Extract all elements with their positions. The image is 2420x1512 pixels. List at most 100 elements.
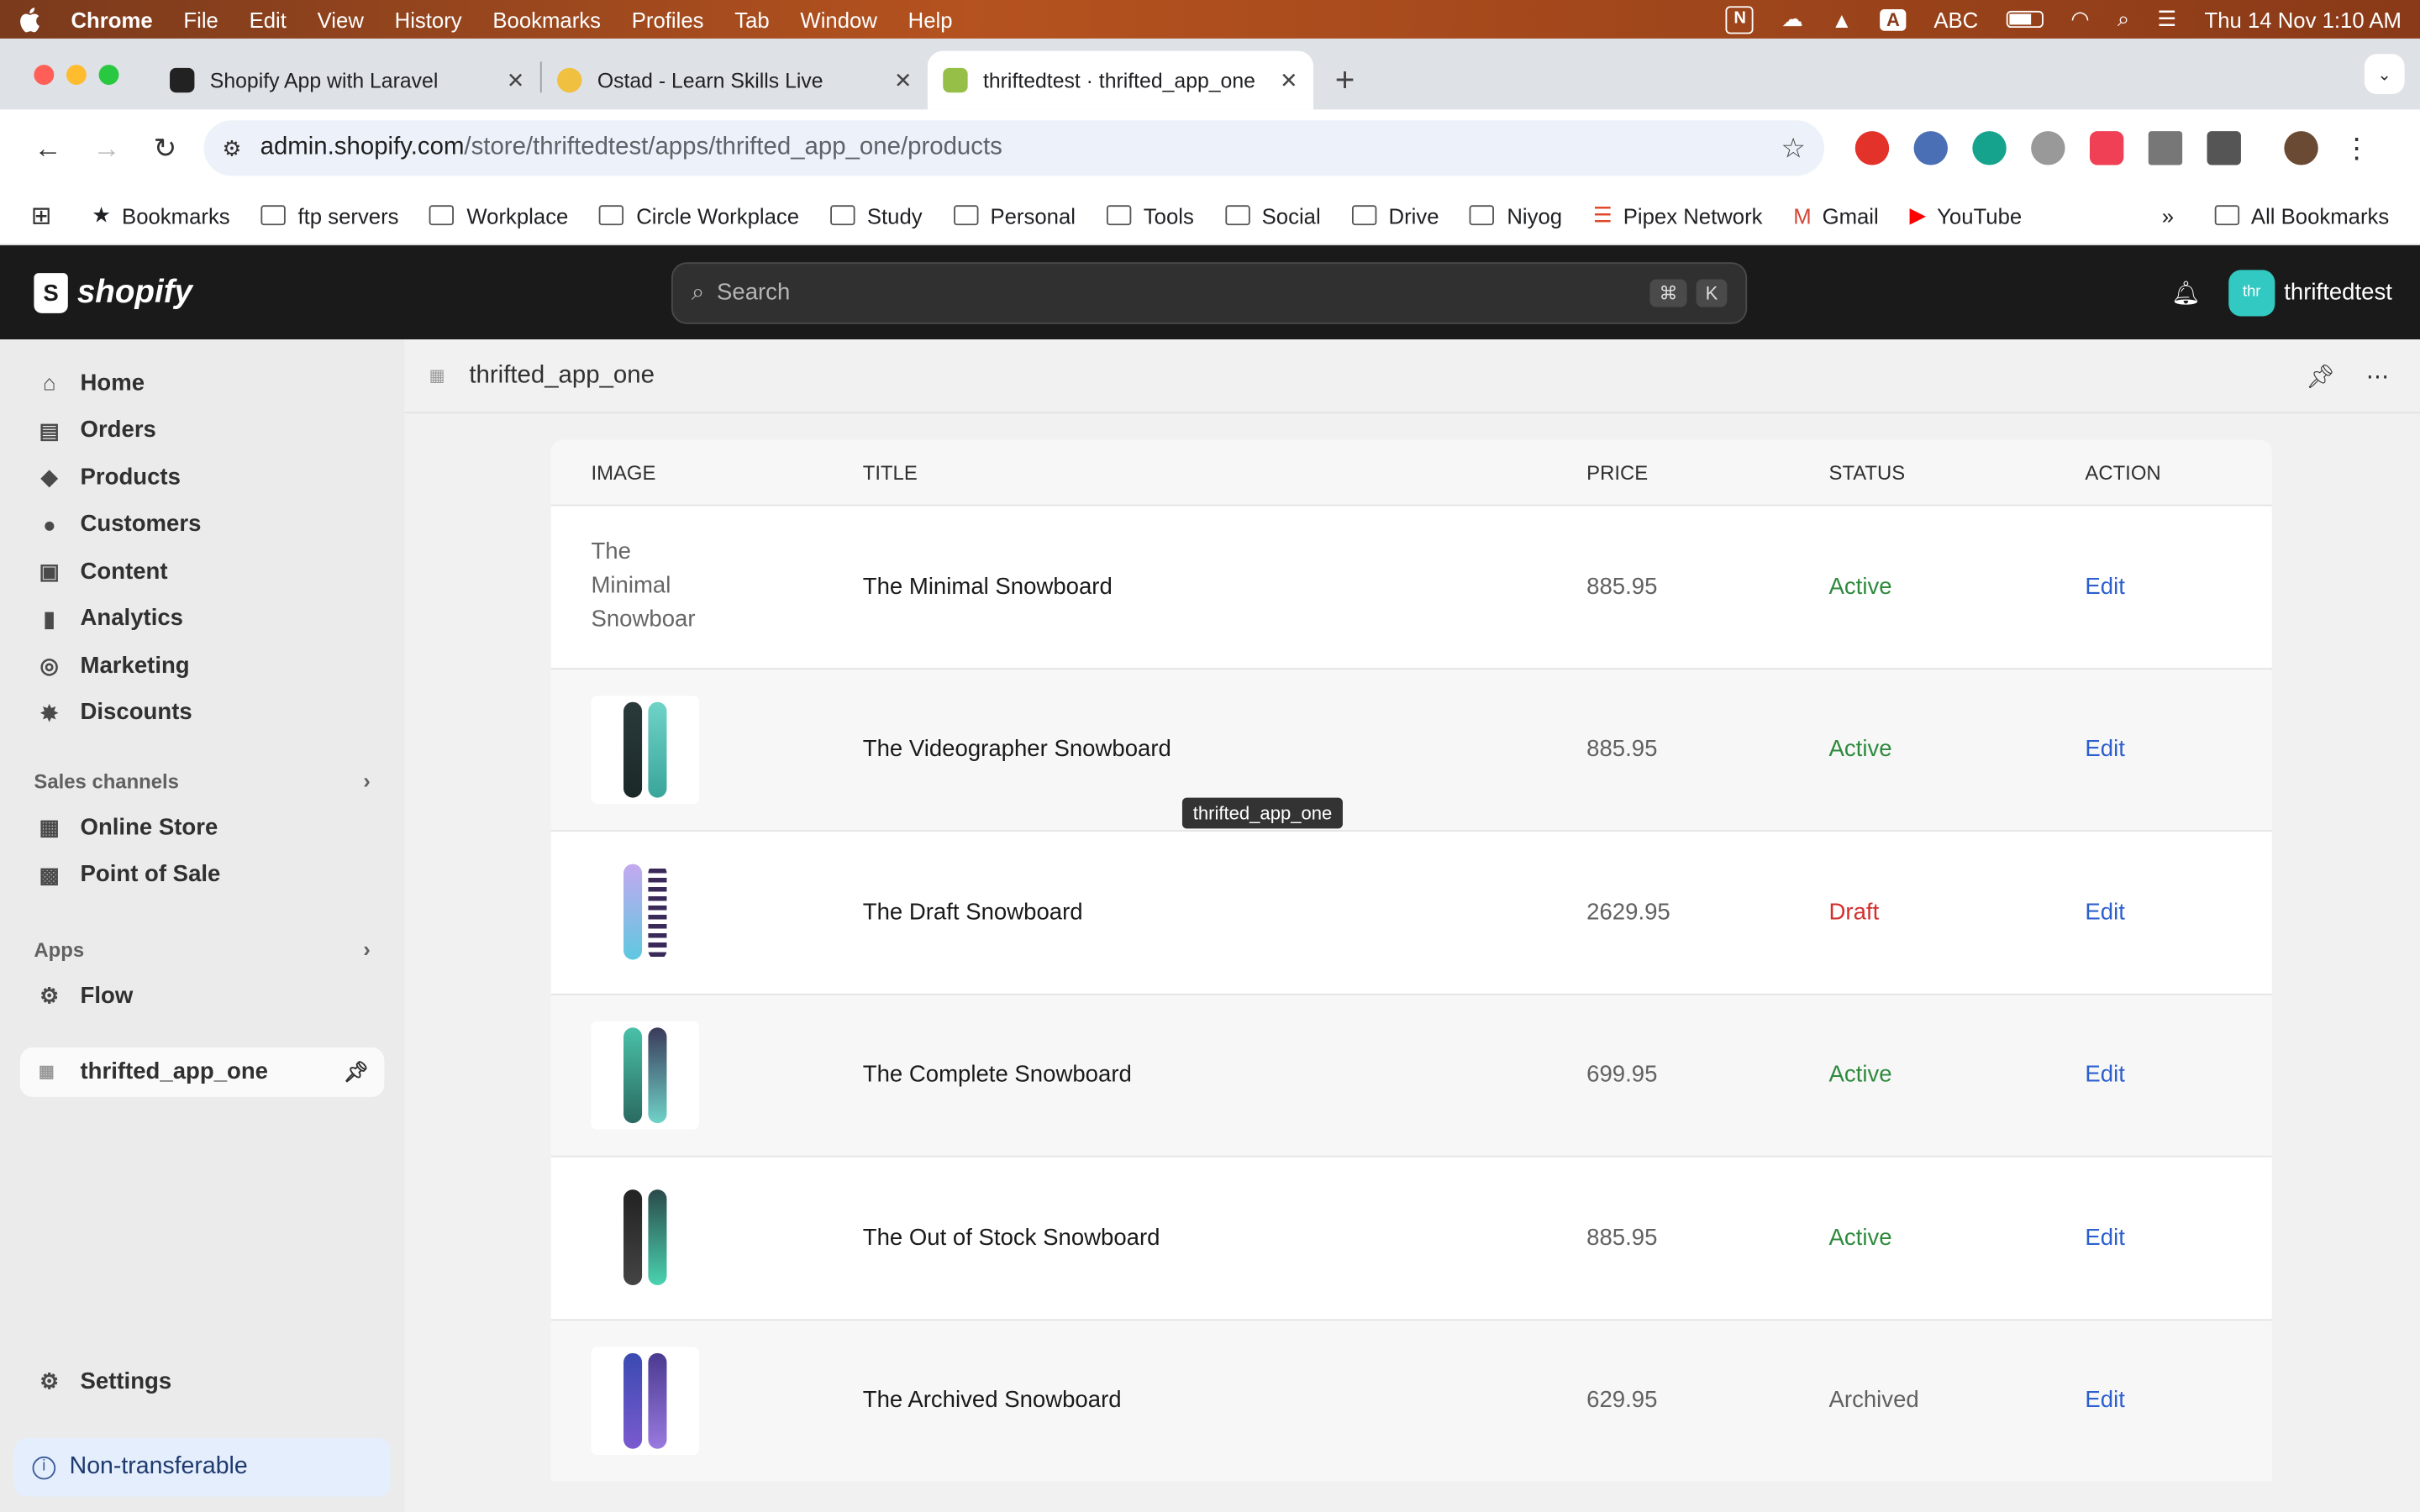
tab-ostad[interactable]: Ostad - Learn Skills Live ✕ [542, 51, 928, 110]
reload-icon[interactable]: ↻ [136, 132, 195, 165]
more-actions-icon[interactable]: ⋯ [2366, 362, 2390, 390]
bookmark-star-icon[interactable]: ☆ [1781, 132, 1806, 165]
tab-title: Shopify App with Laravel [209, 68, 439, 92]
bookmark-item[interactable]: M Gmail [1793, 203, 1878, 228]
back-icon[interactable]: ← [18, 132, 77, 165]
tab-thriftedtest[interactable]: thriftedtest · thrifted_app_one ✕ [927, 50, 1314, 110]
close-tab-icon[interactable]: ✕ [1280, 67, 1298, 93]
vlc-icon[interactable]: ▲ [1831, 7, 1852, 31]
sidebar-item-settings[interactable]: ⚙ Settings [0, 1357, 404, 1404]
menu-tab[interactable]: Tab [734, 7, 769, 31]
clock[interactable]: Thu 14 Nov 1:10 AM [2205, 7, 2402, 31]
sidebar-item-home[interactable]: ⌂ Home [0, 360, 404, 407]
tab-search-chevron-icon[interactable]: ⌄ [2364, 54, 2405, 95]
cloud-icon[interactable]: ☁ [1781, 6, 1803, 32]
menu-history[interactable]: History [395, 7, 462, 31]
store-menu[interactable]: thr thriftedtest [2228, 269, 2392, 316]
bookmark-item[interactable]: ☰ Pipex Network [1593, 202, 1763, 228]
adblock-plus-icon[interactable] [1854, 131, 1890, 165]
close-window-icon[interactable] [34, 65, 55, 86]
notion-icon[interactable]: N [1726, 5, 1754, 34]
menu-edit[interactable]: Edit [250, 7, 287, 31]
edit-link[interactable]: Edit [2045, 899, 2272, 925]
product-title: The Videographer Snowboard [862, 736, 1171, 763]
orders-icon: ▤ [39, 417, 60, 443]
sidebar-item-flow[interactable]: ⚙ Flow [0, 972, 404, 1019]
shopify-logo[interactable]: shopify [34, 272, 192, 312]
close-tab-icon[interactable]: ✕ [894, 67, 913, 93]
admin-search[interactable]: ⌕ Search ⌘ K [671, 261, 1748, 323]
input-source-icon[interactable]: A [1880, 8, 1907, 30]
edit-link[interactable]: Edit [2045, 1062, 2272, 1088]
spotlight-icon[interactable]: ⌕ [2118, 6, 2129, 32]
input-source-label[interactable]: ABC [1933, 7, 1978, 31]
wifi-icon[interactable]: ◠ [2070, 6, 2089, 32]
bookmark-folder[interactable]: Drive [1351, 203, 1439, 228]
address-bar[interactable]: ⚙ admin.shopify.com /store/thriftedtest/… [203, 120, 1825, 176]
sidebar-item-customers[interactable]: ● Customers [0, 501, 404, 548]
vue-devtools-icon[interactable] [2148, 131, 2183, 165]
menu-view[interactable]: View [318, 7, 364, 31]
tab-shopify-laravel[interactable]: Shopify App with Laravel ✕ [155, 51, 540, 110]
apps-header[interactable]: Apps › [0, 926, 404, 972]
grammarly-icon[interactable] [1972, 131, 2007, 165]
zoom-window-icon[interactable] [98, 65, 119, 86]
non-transferable-banner[interactable]: i Non-transferable [13, 1437, 391, 1497]
sales-channels-header[interactable]: Sales channels › [0, 758, 404, 804]
menu-help[interactable]: Help [908, 7, 953, 31]
sidebar-item-analytics[interactable]: ▮ Analytics [0, 595, 404, 642]
sidebar-item-thrifted-app[interactable]: ▦ thrifted_app_one 📌︎ [19, 1047, 385, 1096]
edit-link[interactable]: Edit [2045, 1388, 2272, 1414]
bookmark-folder[interactable]: ftp servers [260, 203, 399, 228]
bookmark-item[interactable]: ▶ YouTube [1909, 202, 2022, 228]
bookmark-folder[interactable]: Tools [1106, 203, 1194, 228]
edit-link[interactable]: Edit [2045, 1225, 2272, 1251]
battery-icon[interactable] [2006, 10, 2044, 29]
pin-icon[interactable]: 📌︎ [2306, 362, 2335, 390]
close-tab-icon[interactable]: ✕ [507, 67, 525, 93]
edit-link[interactable]: Edit [2045, 574, 2272, 600]
sidebar-item-orders[interactable]: ▤ Orders [0, 407, 404, 454]
bookmark-folder[interactable]: Social [1224, 203, 1321, 228]
site-info-icon[interactable]: ⚙ [222, 135, 241, 161]
bookmark-folder[interactable]: Personal [953, 203, 1076, 228]
menu-profiles[interactable]: Profiles [632, 7, 704, 31]
forward-icon[interactable]: → [77, 132, 136, 165]
sidebar-item-online-store[interactable]: ▦ Online Store [0, 804, 404, 851]
minimize-window-icon[interactable] [66, 65, 87, 86]
menu-app-name[interactable]: Chrome [71, 7, 152, 31]
control-center-icon[interactable]: ☰ [2157, 6, 2176, 32]
menu-file[interactable]: File [183, 7, 218, 31]
profile-avatar-icon[interactable] [2284, 131, 2318, 165]
apple-icon[interactable] [18, 7, 40, 32]
pocket-icon[interactable] [2089, 131, 2124, 165]
all-bookmarks[interactable]: All Bookmarks [2213, 202, 2390, 228]
bookmark-folder[interactable]: Circle Workplace [599, 203, 799, 228]
bookmark-folder[interactable]: Study [829, 203, 923, 228]
board-icon [623, 1352, 643, 1449]
apps-grid-icon[interactable]: ⊞ [31, 200, 52, 231]
sidebar-item-discounts[interactable]: ✸ Discounts [0, 689, 404, 736]
sidebar-item-content[interactable]: ▣ Content [0, 548, 404, 595]
bookmark-folder[interactable]: Niyog [1470, 203, 1562, 228]
bookmark-item[interactable]: ★ Bookmarks [92, 202, 230, 228]
extension-icon[interactable] [1913, 131, 1948, 165]
bookmark-label: All Bookmarks [2250, 202, 2390, 228]
chrome-menu-icon[interactable]: ⋮ [2343, 132, 2370, 165]
person-icon: ● [42, 512, 56, 537]
pin-icon[interactable]: 📌︎ [344, 1059, 369, 1084]
bookmark-folder[interactable]: Workplace [429, 203, 568, 228]
menu-window[interactable]: Window [800, 7, 876, 31]
globe-icon[interactable] [2031, 131, 2065, 165]
edit-link[interactable]: Edit [2045, 737, 2272, 763]
notifications-bell-icon[interactable]: 🔔︎ [2171, 279, 2201, 306]
new-tab-icon[interactable]: + [1335, 60, 1355, 101]
extensions-puzzle-icon[interactable] [2207, 131, 2241, 165]
sidebar-item-point-of-sale[interactable]: ▩ Point of Sale [0, 851, 404, 898]
more-bookmarks-icon[interactable]: » [2162, 203, 2174, 228]
sidebar-item-marketing[interactable]: ◎ Marketing [0, 642, 404, 689]
search-placeholder: Search [716, 279, 791, 306]
menu-bookmarks[interactable]: Bookmarks [492, 7, 601, 31]
sidebar-item-products[interactable]: ◆ Products [0, 454, 404, 501]
sidebar-item-label: Flow [80, 982, 134, 1009]
